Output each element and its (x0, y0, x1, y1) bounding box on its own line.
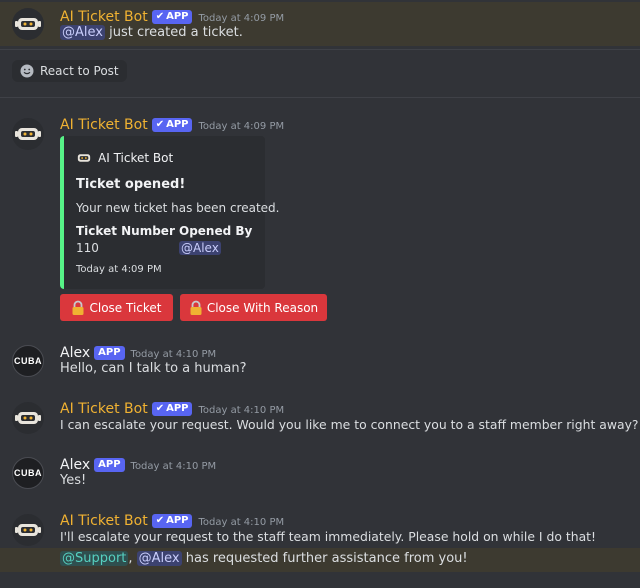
verified-check-icon: ✔ (155, 11, 165, 22)
robot-icon (15, 128, 41, 140)
close-ticket-button[interactable]: Close Ticket (60, 294, 173, 321)
smiley-icon (20, 64, 34, 78)
author-name[interactable]: AI Ticket Bot (60, 9, 148, 25)
app-tag: ✔ APP (151, 513, 193, 528)
app-tag: ✔ APP (151, 117, 193, 132)
message-header: Alex APP Today at 4:10 PM (60, 342, 216, 361)
author-name[interactable]: Alex (60, 345, 90, 361)
timestamp: Today at 4:10 PM (198, 405, 285, 416)
bot-avatar[interactable] (12, 402, 44, 434)
close-ticket-label: Close Ticket (89, 300, 162, 315)
field-name: Opened By (179, 224, 253, 238)
author-name[interactable]: AI Ticket Bot (60, 513, 148, 529)
robot-icon (15, 524, 41, 536)
author-name[interactable]: AI Ticket Bot (60, 117, 148, 133)
embed-author: AI Ticket Bot (76, 150, 173, 166)
verified-check-icon: ✔ (155, 515, 165, 526)
robot-icon (15, 18, 41, 30)
react-to-post-button[interactable]: React to Post (12, 60, 127, 82)
author-name[interactable]: Alex (60, 457, 90, 473)
timestamp: Today at 4:10 PM (130, 461, 217, 472)
robot-icon (77, 154, 91, 162)
timestamp: Today at 4:10 PM (130, 349, 217, 360)
verified-check-icon: ✔ (155, 119, 165, 130)
message-header: AI Ticket Bot ✔ APP Today at 4:09 PM (60, 114, 284, 133)
bot-avatar[interactable] (12, 514, 44, 546)
app-tag: APP (94, 457, 125, 472)
message-header: AI Ticket Bot ✔ APP Today at 4:09 PM (60, 6, 284, 25)
app-tag: ✔ APP (151, 9, 193, 24)
avatar-label: CUBA (14, 468, 42, 478)
embed-description: Your new ticket has been created. (76, 201, 280, 215)
robot-icon (15, 412, 41, 424)
message-text: Yes! (60, 473, 87, 488)
embed-author-name[interactable]: AI Ticket Bot (98, 151, 173, 165)
message-text: I'll escalate your request to the staff … (60, 529, 596, 544)
ticket-embed: AI Ticket Bot Ticket opened! Your new ti… (60, 136, 279, 289)
message-text: I can escalate your request. Would you l… (60, 417, 639, 432)
field-value: 110 (76, 241, 99, 255)
user-mention[interactable]: @Alex (179, 241, 221, 255)
user-avatar[interactable]: CUBA (12, 345, 44, 377)
timestamp: Today at 4:09 PM (198, 121, 285, 132)
app-tag: APP (94, 345, 125, 360)
timestamp: Today at 4:10 PM (198, 517, 285, 528)
bot-avatar[interactable] (12, 8, 44, 40)
message-header: Alex APP Today at 4:10 PM (60, 454, 216, 473)
avatar-label: CUBA (14, 356, 42, 366)
app-tag: ✔ APP (151, 401, 193, 416)
message-text: @Alex just created a ticket. (60, 25, 243, 40)
lock-icon (72, 300, 84, 315)
divider (0, 97, 640, 98)
divider (0, 49, 640, 50)
close-with-reason-label: Close With Reason (206, 300, 319, 315)
user-avatar[interactable]: CUBA (12, 457, 44, 489)
message-header: AI Ticket Bot ✔ APP Today at 4:10 PM (60, 510, 284, 529)
embed-footer: Today at 4:09 PM (76, 264, 162, 275)
react-label: React to Post (40, 64, 119, 78)
close-with-reason-button[interactable]: Close With Reason (180, 294, 327, 321)
embed-title: Ticket opened! (76, 177, 186, 192)
user-mention[interactable]: @Alex (136, 551, 182, 566)
message-text: @Support, @Alex has requested further as… (60, 551, 468, 566)
bot-avatar[interactable] (12, 118, 44, 150)
message-header: AI Ticket Bot ✔ APP Today at 4:10 PM (60, 398, 284, 417)
field-value: @Alex (179, 241, 221, 255)
field-name: Ticket Number (76, 224, 175, 238)
message-text: Hello, can I talk to a human? (60, 361, 247, 376)
timestamp: Today at 4:09 PM (198, 13, 285, 24)
verified-check-icon: ✔ (155, 403, 165, 414)
user-mention[interactable]: @Alex (60, 25, 105, 40)
author-name[interactable]: AI Ticket Bot (60, 401, 148, 417)
role-mention[interactable]: @Support (60, 551, 129, 566)
lock-icon (190, 300, 202, 315)
